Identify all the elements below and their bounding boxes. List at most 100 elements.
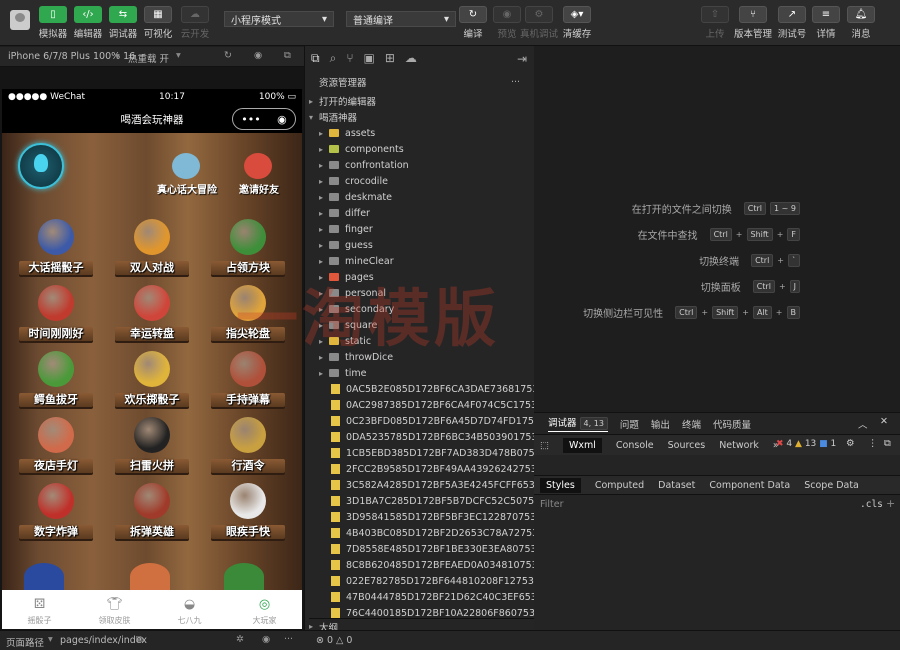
folder-item[interactable]: ▸ guess xyxy=(319,237,373,253)
test-account-button[interactable]: ↗ 测试号 xyxy=(775,6,809,40)
game-tile[interactable]: 大话摇骰子 xyxy=(16,215,96,279)
cloud-dev-button[interactable]: ☁ 云开发 xyxy=(178,6,212,40)
cls-toggle[interactable]: .cls xyxy=(860,499,883,510)
eye-icon[interactable]: ◉ xyxy=(262,634,270,645)
device-debug-button[interactable]: ⚙ 真机调试 xyxy=(520,6,558,40)
add-rule-button[interactable]: + xyxy=(886,497,895,510)
tab-problems[interactable]: 问题 xyxy=(620,417,639,431)
compile-mode-select[interactable]: 普通编译 ▾ xyxy=(346,11,456,27)
top-game-item[interactable]: 真心话大冒险 xyxy=(152,153,222,197)
popout-icon[interactable]: ⧉ xyxy=(284,50,291,61)
extensions-icon[interactable]: ⊞ xyxy=(385,51,395,65)
tab-computed[interactable]: Computed xyxy=(595,480,644,491)
more-icon[interactable]: ··· xyxy=(284,634,293,645)
tab-styles[interactable]: Styles xyxy=(540,477,581,493)
hot-reload-toggle[interactable]: 热重载 开 xyxy=(128,51,169,65)
tab-player[interactable]: ◎ 大玩家 xyxy=(235,597,295,626)
file-item[interactable]: 3D1BA7C285D172BF5B7DCFC52C507533.js xyxy=(331,493,557,509)
debugger-button[interactable]: ⇆ 调试器 xyxy=(106,6,140,40)
game-tile[interactable]: 鳄鱼拔牙 xyxy=(16,347,96,411)
tab-dice[interactable]: ⚄ 摇骰子 xyxy=(10,597,70,626)
folder-item[interactable]: ▸ differ xyxy=(319,205,370,221)
file-item[interactable]: 3C582A4285D172BF5A3E4245FCFF6533.js xyxy=(331,477,552,493)
panel-console[interactable]: Console xyxy=(616,440,654,451)
game-tile[interactable]: 占领方块 xyxy=(208,215,288,279)
file-item[interactable]: 0DA5235785D172BF6BC34B5039017533.js xyxy=(331,429,554,445)
folder-item[interactable]: ▸ time xyxy=(319,365,366,381)
file-item[interactable]: 4B403BC085D172BF2D2653C78A727533.js xyxy=(331,525,555,541)
folder-item[interactable]: ▸ components xyxy=(319,141,404,157)
user-avatar[interactable] xyxy=(10,10,30,30)
editor-button[interactable]: ‹/› 编辑器 xyxy=(71,6,105,40)
folder-item[interactable]: ▸ secondary xyxy=(319,301,394,317)
tab-terminal[interactable]: 终端 xyxy=(682,417,701,431)
folder-item[interactable]: ▸ personal xyxy=(319,285,386,301)
game-tile[interactable]: 欢乐掷骰子 xyxy=(112,347,192,411)
tab-dataset[interactable]: Dataset xyxy=(658,480,695,491)
source-control-icon[interactable]: ⑂ xyxy=(346,51,353,65)
capsule-menu[interactable]: ••• ◉ xyxy=(232,108,296,130)
messages-button[interactable]: 🔔︎ 消息 xyxy=(844,6,878,40)
gear-icon[interactable]: ⚙ xyxy=(846,438,855,449)
close-icon[interactable]: ✕ xyxy=(880,416,888,427)
file-item[interactable]: 022E782785D172BF644810208F127533.js xyxy=(331,573,551,589)
simulator-button[interactable]: ▯ 模拟器 xyxy=(36,6,70,40)
folder-item[interactable]: ▸ deskmate xyxy=(319,189,392,205)
copy-icon[interactable]: ⧉ xyxy=(136,634,143,645)
dock-icon[interactable]: ⧉ xyxy=(884,438,891,449)
more-icon[interactable]: ··· xyxy=(511,74,520,90)
folder-item[interactable]: ▸ finger xyxy=(319,221,373,237)
game-tile[interactable]: 双人对战 xyxy=(112,215,192,279)
open-editors-section[interactable]: ▸ 打开的编辑器 xyxy=(309,93,376,109)
rotate-icon[interactable]: ↻ xyxy=(224,50,232,61)
split-icon[interactable]: ⇥ xyxy=(517,52,527,66)
game-tile[interactable]: 拆弹英雄 xyxy=(112,479,192,543)
files-icon[interactable]: ⧉ xyxy=(311,51,320,66)
project-section[interactable]: ▾ 喝酒神器 xyxy=(309,109,357,125)
tab-component-data[interactable]: Component Data xyxy=(709,480,790,491)
folder-item[interactable]: ▸ assets xyxy=(319,125,375,141)
inspect-icon[interactable]: ⬚ xyxy=(540,440,549,451)
kebab-icon[interactable]: ⋮ xyxy=(868,438,878,449)
file-item[interactable]: 2FCC2B9585D172BF49AA439262427533.js xyxy=(331,461,553,477)
folder-item[interactable]: ▸ square xyxy=(319,317,377,333)
game-art-icon[interactable] xyxy=(224,563,264,590)
upload-button[interactable]: ⇧ 上传 xyxy=(698,6,732,40)
game-tile[interactable]: 数字炸弹 xyxy=(16,479,96,543)
file-item[interactable]: 7D8558E485D172BF1BE330E3EA807533.js xyxy=(331,541,553,557)
bug-icon[interactable]: ✲ xyxy=(236,634,244,645)
more-icon[interactable]: ••• xyxy=(241,113,260,126)
file-item[interactable]: 0AC5B2E085D172BF6CA3DAE736817533.js xyxy=(331,381,555,397)
file-item[interactable]: 0C23BFD085D172BF6A45D7D74FD17533.js xyxy=(331,413,557,429)
compile-button[interactable]: ↻ 编译 xyxy=(456,6,490,40)
file-item[interactable]: 1CB5EBD385D172BF7AD383D478B07533.js xyxy=(331,445,557,461)
game-art-icon[interactable] xyxy=(24,563,64,590)
page-path[interactable]: pages/index/index xyxy=(60,635,147,646)
tab-output[interactable]: 输出 xyxy=(651,417,670,431)
record-icon[interactable]: ◉ xyxy=(254,50,262,61)
file-item[interactable]: 3D95841585D172BF5BF3EC1228707533.js xyxy=(331,509,553,525)
folder-item[interactable]: ▸ throwDice xyxy=(319,349,393,365)
game-tile[interactable]: 扫雷火拼 xyxy=(112,413,192,477)
folder-item[interactable]: ▸ mineClear xyxy=(319,253,394,269)
tab-scope-data[interactable]: Scope Data xyxy=(804,480,859,491)
tab-debugger[interactable]: 调试器 4, 13 xyxy=(548,415,608,432)
clear-cache-button[interactable]: ◈▾ 清缓存 xyxy=(560,6,594,40)
issue-counters[interactable]: ✖ 4 ▲ 13 ■ 1 xyxy=(776,439,836,449)
file-item[interactable]: 8C8B620485D172BFEAED0A0348107533.js xyxy=(331,557,554,573)
problem-counters[interactable]: ⊗ 0 △ 0 xyxy=(316,635,352,646)
game-tile[interactable]: 夜店手灯 xyxy=(16,413,96,477)
folder-item[interactable]: ▸ crocodile xyxy=(319,173,388,189)
top-game-item[interactable]: 邀请好友 xyxy=(224,153,294,197)
tab-789[interactable]: ◒ 七八九 xyxy=(160,597,220,626)
game-tile[interactable]: 时间刚刚好 xyxy=(16,281,96,345)
game-tile[interactable]: 手持弹幕 xyxy=(208,347,288,411)
file-item[interactable]: 0AC2987385D172BF6CA4F074C5C17533.js xyxy=(331,397,554,413)
search-icon[interactable]: ⌕ xyxy=(330,51,337,66)
preview-button[interactable]: ◉ 预览 xyxy=(490,6,524,40)
panel-wxml[interactable]: Wxml xyxy=(562,437,602,453)
game-tile[interactable]: 幸运转盘 xyxy=(112,281,192,345)
folder-item[interactable]: ▸ pages xyxy=(319,269,374,285)
game-tile[interactable]: 指尖轮盘 xyxy=(208,281,288,345)
file-item[interactable]: 47B0444785D172BF21D62C40C3EF6533.js xyxy=(331,589,554,605)
